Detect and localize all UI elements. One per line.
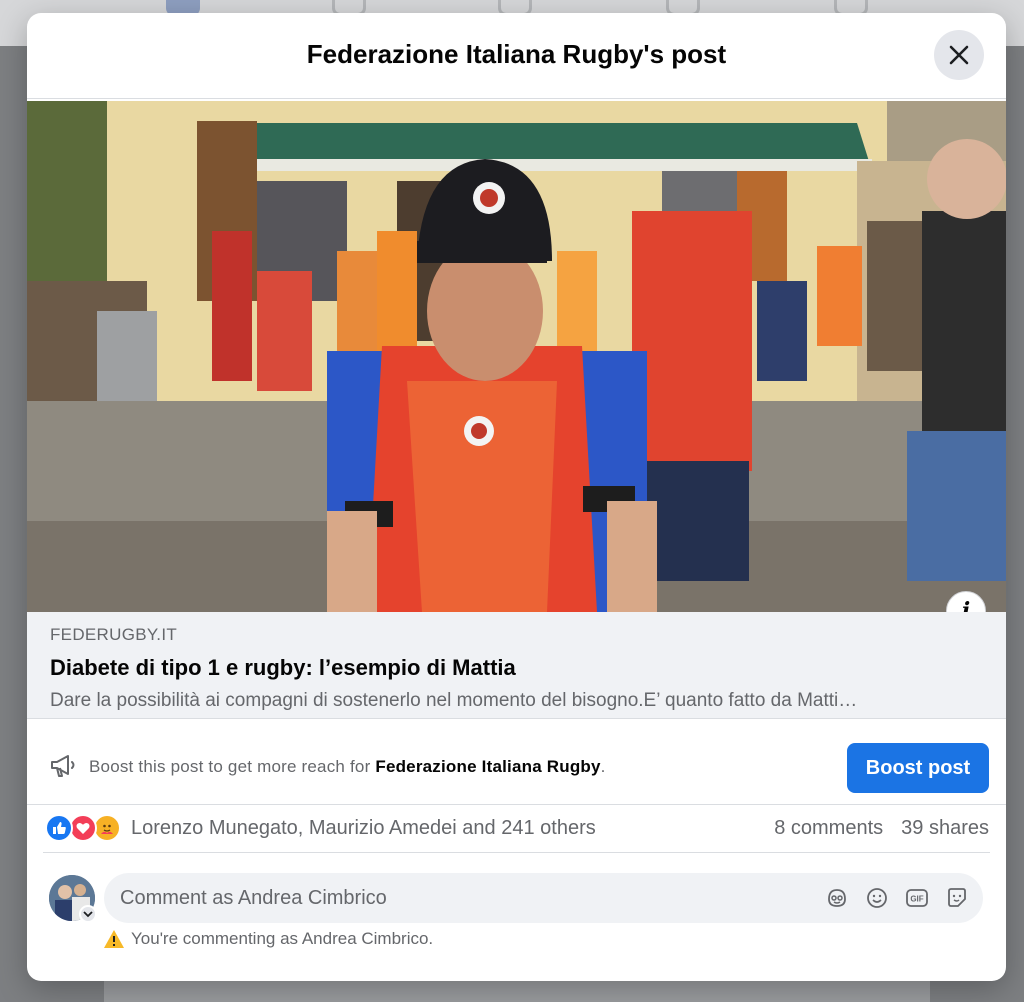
close-icon bbox=[949, 45, 969, 65]
emoji-icon[interactable] bbox=[865, 886, 889, 910]
reaction-icons[interactable] bbox=[45, 814, 125, 844]
boost-text: Boost this post to get more reach for Fe… bbox=[89, 757, 606, 777]
warning-text: You're commenting as Andrea Cimbrico. bbox=[131, 929, 434, 948]
commenting-as-notice: You're commenting as Andrea Cimbrico. bbox=[103, 929, 433, 949]
divider bbox=[43, 852, 990, 853]
boost-row: Boost this post to get more reach for Fe… bbox=[27, 719, 1006, 805]
comment-box: GIF bbox=[104, 873, 983, 923]
reaction-names[interactable]: Lorenzo Munegato, Maurizio Amedei and 24… bbox=[131, 817, 596, 840]
boost-text-prefix: Boost this post to get more reach for bbox=[89, 757, 376, 776]
rugby-photo bbox=[27, 101, 1006, 612]
modal-title: Federazione Italiana Rugby's post bbox=[306, 39, 727, 69]
chevron-down-icon bbox=[83, 911, 93, 918]
link-domain: FEDERUGBY.IT bbox=[50, 625, 178, 644]
gif-icon[interactable]: GIF bbox=[905, 886, 929, 910]
sticker-icon[interactable] bbox=[945, 886, 969, 910]
composer-icons: GIF bbox=[825, 886, 969, 910]
megaphone-icon bbox=[51, 755, 75, 777]
comments-count[interactable]: 8 comments bbox=[774, 817, 883, 839]
avatar-sticker-icon[interactable] bbox=[825, 886, 849, 910]
post-modal: Federazione Italiana Rugby's post i FEDE… bbox=[27, 13, 1006, 981]
gif-label: GIF bbox=[910, 895, 923, 904]
link-preview-image[interactable] bbox=[27, 101, 1006, 612]
comment-input[interactable] bbox=[120, 873, 800, 923]
modal-header: Federazione Italiana Rugby's post bbox=[27, 13, 1006, 99]
warning-icon bbox=[104, 930, 124, 948]
account-switcher[interactable] bbox=[79, 905, 97, 923]
background-feed bbox=[104, 980, 930, 1002]
shares-count[interactable]: 39 shares bbox=[901, 817, 989, 839]
boost-post-button[interactable]: Boost post bbox=[847, 743, 989, 793]
like-icon bbox=[45, 814, 73, 842]
boost-text-suffix: . bbox=[600, 757, 606, 776]
boost-page-name: Federazione Italiana Rugby bbox=[375, 757, 601, 776]
close-button[interactable] bbox=[934, 30, 984, 80]
reactions-row: Lorenzo Munegato, Maurizio Amedei and 24… bbox=[27, 805, 1006, 853]
link-preview-meta[interactable]: FEDERUGBY.IT Diabete di tipo 1 e rugby: … bbox=[27, 612, 1006, 719]
engagement-counts: 8 comments 39 shares bbox=[774, 817, 989, 840]
link-title: Diabete di tipo 1 e rugby: l’esempio di … bbox=[50, 655, 516, 680]
care-icon bbox=[93, 814, 121, 842]
love-icon bbox=[69, 814, 97, 842]
link-description: Dare la possibilità ai compagni di soste… bbox=[50, 690, 858, 711]
